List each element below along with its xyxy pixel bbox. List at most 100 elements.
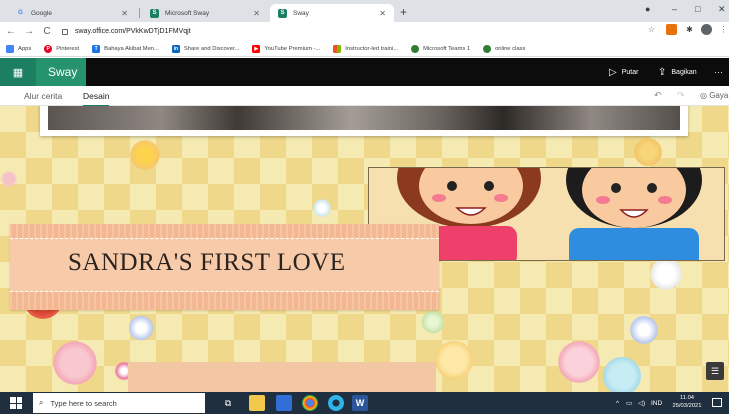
apps-icon: [6, 44, 14, 53]
tab-title: Sway: [293, 9, 309, 17]
tab-design[interactable]: Desain: [83, 91, 110, 107]
styles-icon: ◎: [700, 91, 710, 100]
navigation-toggle-button[interactable]: ☰: [706, 362, 724, 380]
maximize-button[interactable]: □: [695, 4, 700, 14]
extension-icon[interactable]: [666, 24, 677, 35]
network-icon[interactable]: ▭: [626, 392, 632, 414]
bookmark-bahaya[interactable]: T Bahaya Akibat Men...: [92, 44, 159, 53]
redo-icon[interactable]: ↷: [677, 90, 685, 101]
play-button[interactable]: ▷ Putar: [609, 58, 638, 86]
styles-button[interactable]: ◎ Gaya: [700, 91, 728, 100]
bookmark-linkedin[interactable]: in Share and Discover...: [171, 44, 240, 53]
volume-icon[interactable]: ◁): [638, 392, 645, 414]
flower-decoration: [312, 198, 332, 218]
close-icon[interactable]: ✕: [379, 9, 386, 18]
flower-decoration: [432, 338, 476, 382]
tray-chevron-icon[interactable]: ^: [616, 392, 619, 414]
bookmark-label: online class: [495, 45, 526, 52]
bookmark-online-class[interactable]: online class: [483, 44, 526, 53]
word-icon[interactable]: W: [352, 395, 368, 411]
flower-decoration: [632, 136, 664, 168]
close-icon[interactable]: ✕: [253, 9, 260, 18]
address-bar[interactable]: sway.office.com/PVkKwDTjD1FMVqjt: [62, 24, 622, 39]
lock-icon: [62, 28, 68, 35]
flower-decoration: [50, 338, 100, 388]
bookmark-teams[interactable]: Microsoft Teams 1: [411, 44, 470, 53]
app-launcher-icon[interactable]: ▦: [0, 58, 36, 86]
bookmark-apps[interactable]: Apps: [6, 44, 32, 53]
youtube-icon: ▶: [252, 44, 261, 53]
flower-decoration: [420, 309, 446, 335]
bookmark-label: YouTube Premium -...: [264, 45, 321, 52]
taskbar-search-input[interactable]: ⌕ Type here to search: [33, 393, 205, 413]
browser-tab-strip: G Google ✕ S Microsoft Sway ✕ S Sway ✕ +…: [0, 0, 729, 22]
menu-icon[interactable]: ⋮: [718, 24, 729, 35]
tab-divider: [139, 8, 140, 18]
bookmark-youtube[interactable]: ▶ YouTube Premium -...: [252, 44, 321, 53]
flower-decoration: [628, 314, 660, 346]
app-title[interactable]: Sway: [36, 58, 86, 86]
share-icon: ⇪: [658, 66, 667, 78]
forward-button[interactable]: →: [22, 26, 36, 37]
bookmark-label: Share and Discover...: [183, 45, 240, 52]
search-placeholder: Type here to search: [50, 398, 117, 408]
page-title[interactable]: SANDRA'S FIRST LOVE: [68, 249, 345, 277]
bookmark-icon: T: [92, 44, 101, 53]
avatar[interactable]: [701, 24, 712, 35]
reload-button[interactable]: C: [40, 26, 54, 37]
teams-icon: [411, 44, 420, 53]
bookmark-instructor[interactable]: Instructor-led traini...: [333, 44, 399, 53]
back-button[interactable]: ←: [4, 26, 18, 37]
tab-storyline[interactable]: Alur cerita: [24, 91, 62, 101]
windows-taskbar: ⌕ Type here to search ⧉ W ^ ▭ ◁) IND 11.…: [0, 392, 729, 414]
windows-start-icon[interactable]: [10, 397, 22, 409]
flower-decoration: [128, 138, 162, 172]
share-button[interactable]: ⇪ Bagikan: [658, 58, 697, 86]
bookmark-label: Bahaya Akibat Men...: [104, 45, 159, 52]
play-icon: ▷: [609, 66, 617, 78]
tab-microsoft-sway[interactable]: S Microsoft Sway ✕: [142, 4, 268, 22]
tab-sway[interactable]: S Sway ✕: [270, 4, 394, 22]
sway-tabs: Alur cerita Desain ↶ ↷ ◎ Gaya: [0, 86, 729, 107]
sway-header: ▦ Sway ▷ Putar ⇪ Bagikan ···: [0, 58, 729, 86]
search-icon: ⌕: [39, 398, 44, 407]
google-icon: G: [18, 10, 23, 16]
edge-icon[interactable]: [328, 395, 344, 411]
teams-icon: [483, 44, 492, 53]
store-icon[interactable]: [276, 395, 292, 411]
tab-google[interactable]: G Google ✕: [8, 4, 136, 22]
bookmark-pinterest[interactable]: P Pinterest: [44, 44, 79, 53]
close-icon[interactable]: ✕: [121, 9, 128, 18]
minimize-button[interactable]: –: [672, 4, 677, 14]
puzzle-icon[interactable]: ✱: [684, 24, 695, 35]
flower-decoration: [600, 354, 644, 392]
language-indicator[interactable]: IND: [651, 392, 662, 414]
clock-date: 25/03/2021: [672, 403, 702, 409]
title-card[interactable]: SANDRA'S FIRST LOVE: [10, 224, 439, 310]
share-label: Bagikan: [671, 68, 697, 76]
bookmarks-bar: Apps P Pinterest T Bahaya Akibat Men... in…: [0, 41, 729, 57]
sway-icon: S: [278, 8, 287, 18]
bookmark-label: Apps: [18, 45, 32, 52]
flower-decoration: [0, 168, 18, 190]
tab-title: Google: [31, 9, 52, 17]
more-options-button[interactable]: ···: [714, 58, 723, 86]
task-view-icon[interactable]: ⧉: [220, 395, 236, 411]
flower-decoration: [555, 338, 603, 386]
close-window-button[interactable]: ✕: [718, 4, 726, 15]
new-tab-button[interactable]: +: [400, 5, 407, 19]
next-card[interactable]: [128, 362, 436, 392]
undo-icon[interactable]: ↶: [654, 90, 662, 101]
sway-icon: S: [150, 8, 159, 18]
sway-canvas[interactable]: SANDRA'S FIRST LOVE ☰: [0, 106, 729, 392]
profile-dot-icon[interactable]: ●: [645, 4, 650, 14]
styles-label: Gaya: [709, 91, 729, 100]
bookmark-label: Instructor-led traini...: [345, 45, 399, 52]
system-clock[interactable]: 11.04 25/03/2021: [668, 394, 706, 410]
notification-icon[interactable]: [712, 398, 722, 407]
chrome-icon[interactable]: [302, 395, 318, 411]
top-photo-card[interactable]: [40, 106, 688, 136]
top-photo: [48, 106, 680, 130]
file-explorer-icon[interactable]: [249, 395, 265, 411]
bookmark-star-icon[interactable]: ☆: [646, 24, 657, 35]
